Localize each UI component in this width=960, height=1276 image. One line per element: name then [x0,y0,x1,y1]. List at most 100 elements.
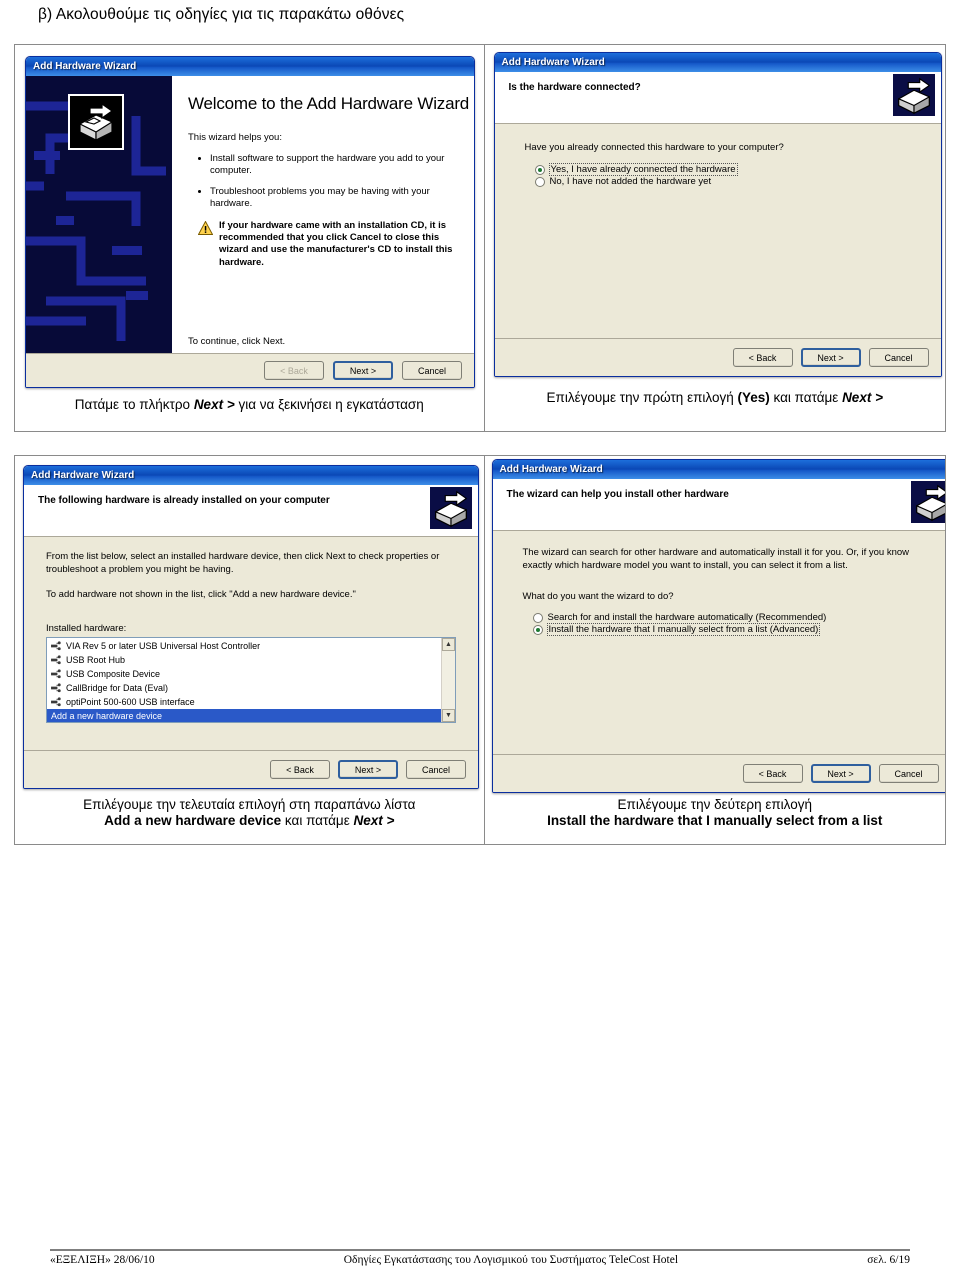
back-button[interactable]: < Back [270,760,330,779]
next-button[interactable]: Next > [800,348,861,367]
welcome-pane: Welcome to the Add Hardware Wizard This … [172,76,474,353]
radio-option-search[interactable]: Search for and install the hardware auto… [532,612,927,624]
radio-option-no-label: No, I have not added the hardware yet [549,175,712,187]
caption-wizard4: Επιλέγουμε την δεύτερη επιλογή Install th… [485,797,946,830]
wizard-content: From the list below, select an installed… [24,537,478,750]
window-add-hardware-wizard-welcome[interactable]: Add Hardware Wizard Welcome to the Add H… [25,56,475,388]
window-body: Is the hardware connected? Have you alre… [494,72,941,376]
wizard-heading: The wizard can help you install other ha… [506,489,729,500]
wizard-heading: The following hardware is already instal… [38,495,330,506]
list-item-label: Add a new hardware device [51,711,163,722]
footer-divider [50,1249,910,1251]
installed-hardware-listbox[interactable]: VIA Rev 5 or later USB Universal Host Co… [46,637,456,724]
window-add-hardware-wizard-other[interactable]: Add Hardware Wizard The wizard can help … [491,459,945,793]
window-title: Add Hardware Wizard [31,470,135,481]
list-item-selected[interactable]: Add a new hardware device [47,709,441,723]
warning-text: If your hardware came with an installati… [219,219,453,268]
list-item[interactable]: USB Composite Device [49,667,441,681]
window-add-hardware-wizard-installed[interactable]: Add Hardware Wizard The following hardwa… [23,465,479,789]
scroll-up-icon[interactable]: ▲ [442,638,455,652]
button-bar: < Back Next > Cancel [26,353,474,387]
cancel-button[interactable]: Cancel [406,760,466,779]
welcome-bullet-list: Install software to support the hardware… [188,153,469,210]
back-button-label: < Back [758,768,787,779]
add-hardware-icon [892,74,935,116]
instruction-paragraph-2: To add hardware not shown in the list, c… [46,588,356,600]
back-button[interactable]: < Back [264,361,324,380]
cancel-button[interactable]: Cancel [868,348,929,367]
table-cell-wizard1: Add Hardware Wizard Welcome to the Add H… [15,45,485,431]
hardware-glyph-icon [910,481,945,523]
titlebar[interactable]: Add Hardware Wizard [494,53,941,72]
list-item[interactable]: optiPoint 500-600 USB interface [49,695,441,709]
listbox-scrollbar[interactable]: ▲ ▼ [441,638,455,723]
usb-device-icon [51,641,61,651]
button-bar: < Back Next > Cancel [494,338,941,376]
list-item[interactable]: CallBridge for Data (Eval) [49,681,441,695]
radio-option-no[interactable]: No, I have not added the hardware yet [534,175,919,187]
cancel-button[interactable]: Cancel [402,361,462,380]
wizard-header: The wizard can help you install other ha… [492,479,945,531]
list-item: Install software to support the hardware… [210,153,469,177]
hardware-glyph-icon [79,102,114,141]
scroll-down-icon[interactable]: ▼ [442,709,455,723]
back-button[interactable]: < Back [742,764,803,783]
wizard-banner [26,76,172,353]
next-button-label: Next > [349,365,377,376]
window-title: Add Hardware Wizard [33,61,137,72]
titlebar[interactable]: Add Hardware Wizard [24,466,478,485]
footer-middle: Οδηγίες Εγκατάστασης του Λογισμικού του … [343,1254,679,1266]
caption-text: Επιλέγουμε την δεύτερη επιλογή Install th… [547,797,883,829]
list-item-label: CallBridge for Data (Eval) [66,683,169,694]
cancel-button-label: Cancel [417,365,446,376]
screenshot-table-top: Add Hardware Wizard Welcome to the Add H… [14,44,946,432]
radio-icon[interactable] [534,176,545,187]
instruction-paragraph-1: From the list below, select an installed… [46,551,440,575]
table-cell-wizard4: Add Hardware Wizard The wizard can help … [485,456,946,844]
screenshot-table-bottom: Add Hardware Wizard The following hardwa… [14,455,946,845]
add-hardware-icon [910,481,945,523]
cancel-button[interactable]: Cancel [878,764,939,783]
list-item-label: optiPoint 500-600 USB interface [66,697,195,708]
caption-wizard2: Επιλέγουμε την πρώτη επιλογή (Yes) και π… [485,390,946,406]
usb-device-icon [51,697,61,707]
radio-option-manual-label: Install the hardware that I manually sel… [546,623,821,637]
titlebar[interactable]: Add Hardware Wizard [26,57,474,76]
list-item-label: VIA Rev 5 or later USB Universal Host Co… [66,641,261,652]
window-body: Welcome to the Add Hardware Wizard This … [26,76,474,387]
installed-hardware-label: Installed hardware: [46,623,127,635]
radio-icon[interactable] [532,625,543,636]
next-button-label: Next > [817,352,844,363]
back-button-label: < Back [748,352,777,363]
window-title: Add Hardware Wizard [499,464,603,475]
radio-icon[interactable] [534,164,545,175]
listbox-items[interactable]: VIA Rev 5 or later USB Universal Host Co… [47,638,441,723]
window-body: The following hardware is already instal… [24,485,478,788]
continue-text: To continue, click Next. [188,336,286,347]
warning-icon [198,220,213,235]
footer-left: «ΕΞΕΛΙΞΗ» 28/06/10 [50,1254,155,1266]
radio-option-yes[interactable]: Yes, I have already connected the hardwa… [534,162,919,176]
add-hardware-icon [430,487,472,529]
radio-option-manual[interactable]: Install the hardware that I manually sel… [532,623,927,637]
next-button[interactable]: Next > [333,361,393,380]
list-item[interactable]: VIA Rev 5 or later USB Universal Host Co… [49,639,441,653]
window-add-hardware-wizard-connected[interactable]: Add Hardware Wizard Is the hardware conn… [493,52,942,377]
caption-wizard1: Πατάμε το πλήκτρο Next > για να ξεκινήσε… [15,397,484,413]
list-item-label: USB Composite Device [66,669,161,680]
next-button[interactable]: Next > [810,764,871,783]
titlebar[interactable]: Add Hardware Wizard [492,460,945,479]
window-body: The wizard can help you install other ha… [492,479,945,792]
cancel-button-label: Cancel [421,764,450,775]
back-button-label: < Back [286,764,314,775]
next-button[interactable]: Next > [338,760,398,779]
list-item-label: USB Root Hub [66,655,126,666]
radio-icon[interactable] [532,613,543,624]
page-footer: «ΕΞΕΛΙΞΗ» 28/06/10 Οδηγίες Εγκατάστασης … [50,1254,910,1266]
list-item[interactable]: USB Root Hub [49,653,441,667]
wizard-header: The following hardware is already instal… [24,485,478,537]
caption-text: Επιλέγουμε την πρώτη επιλογή (Yes) και π… [546,390,883,405]
usb-device-icon [51,655,61,665]
back-button[interactable]: < Back [732,348,793,367]
next-button-label: Next > [827,768,854,779]
